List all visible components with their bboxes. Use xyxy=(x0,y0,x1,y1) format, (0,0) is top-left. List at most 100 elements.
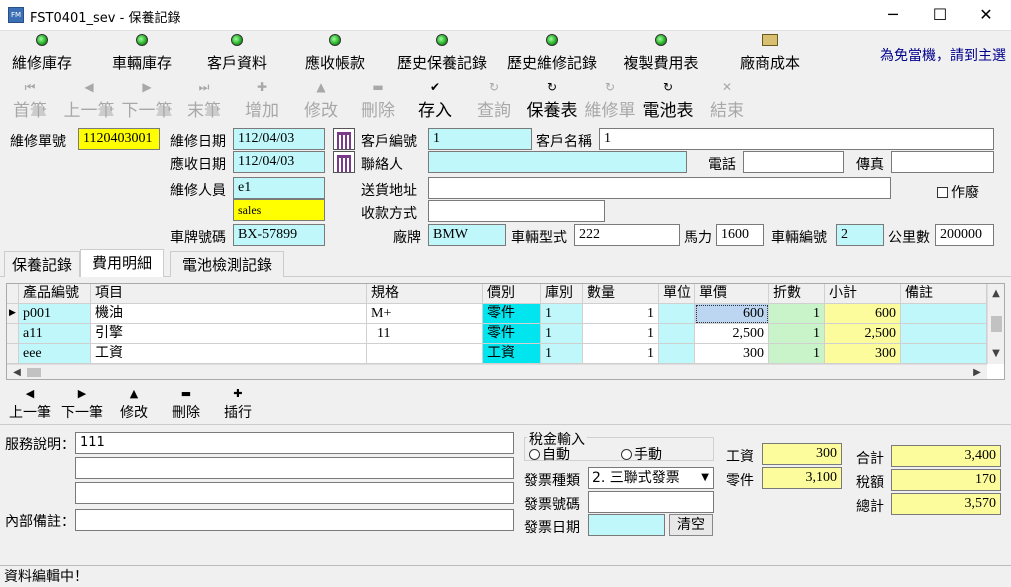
cell-item[interactable]: 機油 xyxy=(91,304,367,324)
column-header[interactable]: 數量 xyxy=(583,284,659,304)
calendar-icon[interactable] xyxy=(333,128,355,150)
cell-discount[interactable]: 1 xyxy=(769,324,825,344)
cell-note[interactable] xyxy=(901,344,987,364)
service-field-line2[interactable] xyxy=(75,457,514,479)
vertical-scrollbar[interactable]: ▲ ▼ xyxy=(987,284,1004,364)
tab-battery-test[interactable]: 電池檢測記錄 xyxy=(170,251,284,277)
column-header[interactable]: 項目 xyxy=(91,284,367,304)
cell-warehouse[interactable]: 1 xyxy=(541,344,583,364)
cell-note[interactable] xyxy=(901,304,987,324)
address-field[interactable] xyxy=(428,177,891,199)
cell-qty[interactable]: 1 xyxy=(583,304,659,324)
customer-no-field[interactable]: 1 xyxy=(428,128,532,150)
cell-unit[interactable] xyxy=(659,304,695,324)
cell-qty[interactable]: 1 xyxy=(583,344,659,364)
service-field-line3[interactable] xyxy=(75,482,514,504)
menu-repair-history[interactable]: 歷史維修記錄 xyxy=(500,34,604,74)
column-header[interactable]: 價別 xyxy=(483,284,541,304)
invoice-date-field[interactable] xyxy=(588,514,665,536)
maintenance-table-button[interactable]: ↻ 保養表 xyxy=(524,78,580,121)
cell-price-type[interactable]: 零件 xyxy=(483,304,541,324)
vehicle-no-field[interactable]: 2 xyxy=(836,224,884,246)
cell-code[interactable]: eee xyxy=(19,344,91,364)
cell-unit[interactable] xyxy=(659,324,695,344)
cell-warehouse[interactable]: 1 xyxy=(541,304,583,324)
receivable-date-field[interactable]: 112/04/03 xyxy=(233,151,325,173)
cell-price[interactable]: 300 xyxy=(695,344,769,364)
contact-field[interactable] xyxy=(428,151,687,173)
minimize-button[interactable]: ─ xyxy=(870,0,916,31)
cell-qty[interactable]: 1 xyxy=(583,324,659,344)
cell-price-type[interactable]: 工資 xyxy=(483,344,541,364)
fax-field[interactable] xyxy=(891,151,994,173)
column-header[interactable]: 小計 xyxy=(825,284,901,304)
tax-auto-radio[interactable]: 自動 xyxy=(529,444,570,464)
maximize-button[interactable]: ☐ xyxy=(917,0,963,31)
save-button[interactable]: ✔ 存入 xyxy=(413,78,457,121)
cell-code[interactable]: a11 xyxy=(19,324,91,344)
repair-order-button[interactable]: ↻ 維修單 xyxy=(582,78,638,121)
repair-date-field[interactable]: 112/04/03 xyxy=(233,128,325,150)
cell-discount[interactable]: 1 xyxy=(769,344,825,364)
cell-discount[interactable]: 1 xyxy=(769,304,825,324)
row-next-button[interactable]: ▶ 下一筆 xyxy=(58,386,106,422)
cell-subtotal[interactable]: 2,500 xyxy=(825,324,901,344)
menu-customer-data[interactable]: 客戶資料 xyxy=(199,34,275,74)
menu-maintenance-history[interactable]: 歷史保養記錄 xyxy=(390,34,494,74)
customer-name-field[interactable]: 1 xyxy=(599,128,994,150)
scroll-thumb[interactable] xyxy=(27,368,41,377)
cell-unit[interactable] xyxy=(659,344,695,364)
plate-field[interactable]: BX-57899 xyxy=(233,224,325,246)
row-insert-button[interactable]: ✚ 插行 xyxy=(220,386,256,422)
tab-cost-details[interactable]: 費用明細 xyxy=(80,249,164,277)
first-record-button[interactable]: ⏮ 首筆 xyxy=(8,78,52,121)
cell-spec[interactable]: M+ xyxy=(367,304,483,324)
service-field[interactable]: 111 xyxy=(75,432,514,454)
prev-record-button[interactable]: ◀ 上一筆 xyxy=(60,78,118,121)
payment-field[interactable] xyxy=(428,200,605,222)
column-header[interactable]: 單位 xyxy=(659,284,695,304)
cell-subtotal[interactable]: 600 xyxy=(825,304,901,324)
cell-price-type[interactable]: 零件 xyxy=(483,324,541,344)
model-field[interactable]: 222 xyxy=(574,224,680,246)
column-header[interactable]: 折數 xyxy=(769,284,825,304)
clear-button[interactable]: 清空 xyxy=(669,514,713,536)
menu-repair-stock[interactable]: 維修庫存 xyxy=(4,34,80,74)
cell-warehouse[interactable]: 1 xyxy=(541,324,583,344)
scroll-up-icon[interactable]: ▲ xyxy=(988,286,1004,302)
scroll-down-icon[interactable]: ▼ xyxy=(988,346,1004,362)
scroll-left-icon[interactable]: ◀ xyxy=(9,365,25,381)
tax-manual-radio[interactable]: 手動 xyxy=(621,444,662,464)
last-record-button[interactable]: ⏭ 末筆 xyxy=(182,78,226,121)
menu-receivables[interactable]: 應收帳款 xyxy=(297,34,373,74)
internal-note-field[interactable] xyxy=(75,509,514,531)
menu-copy-cost-table[interactable]: 複製費用表 xyxy=(614,34,708,74)
hp-field[interactable]: 1600 xyxy=(716,224,764,246)
horizontal-scrollbar[interactable]: ◀ ▶ xyxy=(7,364,987,379)
row-delete-button[interactable]: ▬ 刪除 xyxy=(168,386,204,422)
add-button[interactable]: ✚ 增加 xyxy=(240,78,284,121)
menu-vehicle-stock[interactable]: 車輛庫存 xyxy=(104,34,180,74)
column-header[interactable]: 產品編號 xyxy=(19,284,91,304)
menu-vendor-cost[interactable]: 廠商成本 xyxy=(732,34,808,74)
next-record-button[interactable]: ▶ 下一筆 xyxy=(118,78,176,121)
column-header[interactable]: 庫別 xyxy=(541,284,583,304)
cell-price[interactable]: 600 xyxy=(695,304,769,324)
cell-subtotal[interactable]: 300 xyxy=(825,344,901,364)
close-button[interactable]: ✕ xyxy=(963,0,1009,31)
invoice-no-field[interactable] xyxy=(588,491,714,513)
cost-grid[interactable]: 產品編號 項目 規格 價別 庫別 數量 單位 單價 折數 小計 備註 ▶ p00… xyxy=(6,283,1005,380)
tab-maintenance-record[interactable]: 保養記錄 xyxy=(4,251,80,277)
cell-spec[interactable] xyxy=(367,344,483,364)
edit-button[interactable]: ▲ 修改 xyxy=(299,78,343,121)
row-prev-button[interactable]: ◀ 上一筆 xyxy=(6,386,54,422)
brand-field[interactable]: BMW xyxy=(428,224,506,246)
order-no-field[interactable]: 1120403001 xyxy=(78,128,160,150)
cell-note[interactable] xyxy=(901,324,987,344)
delete-button[interactable]: ▬ 刪除 xyxy=(356,78,400,121)
scroll-thumb[interactable] xyxy=(991,316,1002,332)
phone-field[interactable] xyxy=(743,151,844,173)
cell-item[interactable]: 引擎 xyxy=(91,324,367,344)
battery-table-button[interactable]: ↻ 電池表 xyxy=(640,78,696,121)
staff-field[interactable]: e1 xyxy=(233,177,325,199)
